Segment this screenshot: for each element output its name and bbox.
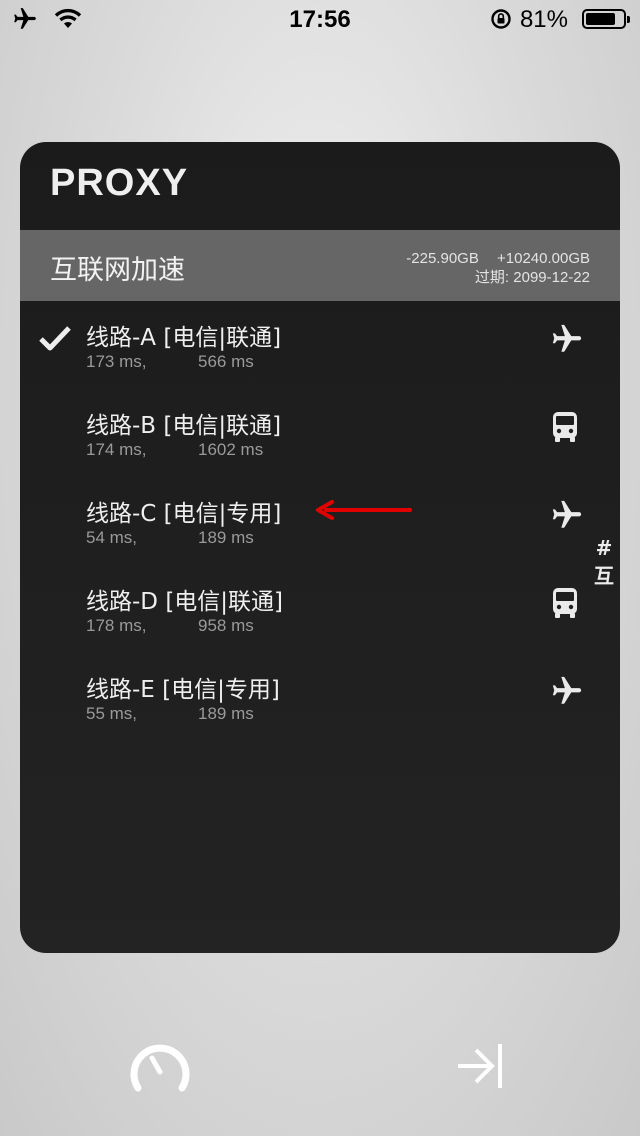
route-row[interactable]: 线路-B [电信|联通] 174 ms, 1602 ms	[20, 398, 620, 486]
route-row[interactable]: 线路-E [电信|专用] 55 ms, 189 ms	[20, 662, 620, 750]
route-latency-2: 1602 ms	[198, 440, 264, 459]
route-latency-1: 173 ms,	[86, 352, 147, 371]
usage-down: -225.90GB	[406, 250, 479, 267]
service-expiry: 过期: 2099-12-22	[474, 269, 590, 286]
route-latency-2: 566 ms	[198, 352, 254, 371]
skip-to-end-icon	[458, 1044, 502, 1088]
battery-level-fill	[586, 13, 616, 25]
service-header[interactable]: 互联网加速 -225.90GB +10240.00GB 过期: 2099-12-…	[20, 230, 620, 301]
bus-icon	[550, 586, 584, 620]
skip-to-end-button[interactable]	[452, 1038, 508, 1094]
route-row[interactable]: 线路-A [电信|联通] 173 ms, 566 ms	[20, 310, 620, 398]
index-item-hash[interactable]: #	[592, 534, 616, 562]
index-item-hu[interactable]: 互	[592, 562, 616, 590]
proxy-panel: PROXY 互联网加速 -225.90GB +10240.00GB 过期: 20…	[20, 142, 620, 953]
route-name: 线路-D [电信|联通]	[86, 589, 284, 615]
battery-icon	[582, 9, 630, 29]
airplane-icon	[550, 498, 584, 532]
checkmark-icon	[38, 324, 72, 357]
route-latency-1: 54 ms,	[86, 528, 138, 547]
route-latency-1: 174 ms,	[86, 440, 147, 459]
route-latency-1: 55 ms,	[86, 704, 138, 723]
panel-title: PROXY	[50, 162, 189, 204]
rotation-lock-icon	[490, 8, 512, 37]
route-latency-2: 189 ms	[198, 704, 254, 723]
route-latency-2: 189 ms	[198, 528, 254, 547]
airplane-icon	[550, 322, 584, 356]
annotation-arrow-icon	[316, 500, 412, 520]
section-index[interactable]: # 互	[592, 534, 616, 590]
service-name: 互联网加速	[50, 255, 185, 286]
route-name: 线路-A [电信|联通]	[86, 325, 282, 351]
speedometer-icon	[130, 1044, 190, 1092]
speed-test-button[interactable]	[126, 1038, 194, 1094]
bus-icon	[550, 410, 584, 444]
route-name: 线路-C [电信|专用]	[86, 501, 282, 527]
battery-percent: 81%	[519, 6, 568, 33]
service-usage: -225.90GB +10240.00GB 过期: 2099-12-22	[392, 249, 590, 287]
route-latency-2: 958 ms	[198, 616, 254, 635]
route-name: 线路-B [电信|联通]	[86, 413, 282, 439]
route-latency-1: 178 ms,	[86, 616, 147, 635]
route-name: 线路-E [电信|专用]	[86, 677, 280, 703]
status-bar: 17:56 81%	[0, 0, 640, 40]
route-row[interactable]: 线路-D [电信|联通] 178 ms, 958 ms	[20, 574, 620, 662]
airplane-icon	[550, 674, 584, 708]
usage-up: +10240.00GB	[497, 250, 590, 267]
